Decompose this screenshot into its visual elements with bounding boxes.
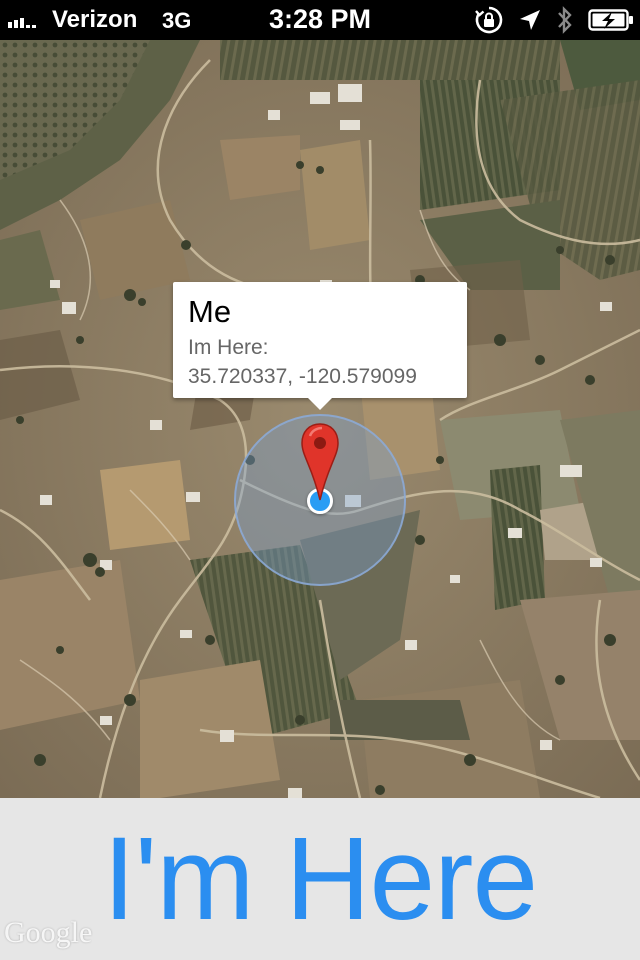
annotation-coordinates: 35.720337, -120.579099 [188, 365, 417, 388]
bottom-bar: I'm Here [0, 798, 640, 960]
google-attribution-logo: Google [4, 916, 93, 949]
orientation-lock-icon [474, 5, 504, 35]
map-pin-icon[interactable] [300, 422, 340, 507]
battery-charging-icon [588, 8, 634, 32]
im-here-button[interactable]: I'm Here [0, 804, 640, 954]
annotation-callout[interactable]: Me Im Here: 35.720337, -120.579099 [173, 282, 467, 410]
callout-arrow [307, 397, 333, 410]
annotation-subtitle: Im Here: [188, 336, 269, 359]
status-bar: Verizon 3G 3:28 PM [0, 0, 640, 40]
location-services-icon [518, 8, 542, 32]
bluetooth-icon [556, 5, 574, 35]
annotation-title: Me [188, 294, 232, 329]
map-view[interactable]: Me Im Here: 35.720337, -120.579099 [0, 40, 640, 798]
